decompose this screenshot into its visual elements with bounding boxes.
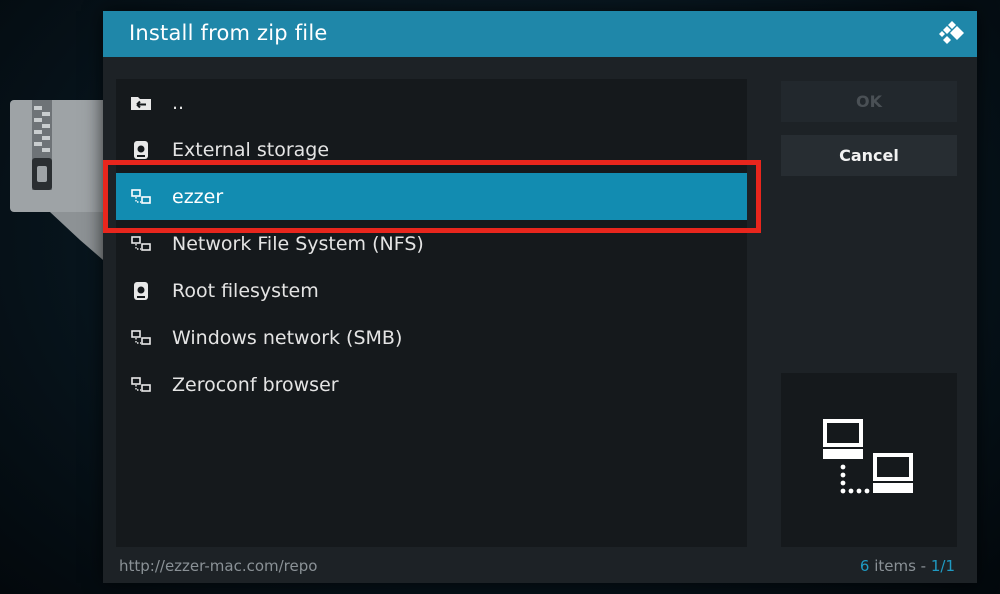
ok-button[interactable]: OK: [781, 81, 957, 122]
list-item-label: External storage: [172, 138, 330, 161]
network-large-icon: [823, 419, 913, 494]
list-item-ezzer[interactable]: ezzer: [116, 173, 747, 220]
list-item-label: ..: [172, 91, 185, 114]
current-path: http://ezzer-mac.com/repo: [119, 557, 318, 575]
cancel-button[interactable]: Cancel: [781, 135, 957, 176]
folder-back-icon: [130, 93, 152, 113]
list-item-zeroconf[interactable]: Zeroconf browser: [116, 361, 747, 408]
dialog-title: Install from zip file: [129, 21, 328, 45]
dialog-header: Install from zip file: [103, 11, 977, 57]
install-from-zip-dialog: Install from zip file .. External storag…: [103, 11, 977, 583]
list-item-label: Zeroconf browser: [172, 373, 339, 396]
list-item-root-filesystem[interactable]: Root filesystem: [116, 267, 747, 314]
hard-drive-icon: [130, 281, 152, 301]
list-item-label: Windows network (SMB): [172, 326, 403, 349]
list-item-smb[interactable]: Windows network (SMB): [116, 314, 747, 361]
file-list: .. External storage ezzer Network File S…: [116, 79, 747, 547]
item-count-suffix: items -: [869, 557, 931, 575]
list-item-label: Root filesystem: [172, 279, 319, 302]
kodi-logo-icon: [939, 21, 964, 44]
item-count: 6 items - 1/1: [860, 557, 955, 575]
list-item-label: Network File System (NFS): [172, 232, 424, 255]
network-icon: [130, 375, 152, 395]
list-item-parent[interactable]: ..: [116, 79, 747, 126]
page-indicator: 1/1: [930, 557, 955, 575]
zip-install-icon: [10, 100, 110, 266]
list-item-label: ezzer: [172, 185, 224, 208]
list-item-external-storage[interactable]: External storage: [116, 126, 747, 173]
list-item-nfs[interactable]: Network File System (NFS): [116, 220, 747, 267]
preview-panel: [781, 373, 957, 547]
network-icon: [130, 234, 152, 254]
hard-drive-icon: [130, 140, 152, 160]
network-icon: [130, 187, 152, 207]
network-icon: [130, 328, 152, 348]
item-count-number: 6: [859, 557, 870, 575]
